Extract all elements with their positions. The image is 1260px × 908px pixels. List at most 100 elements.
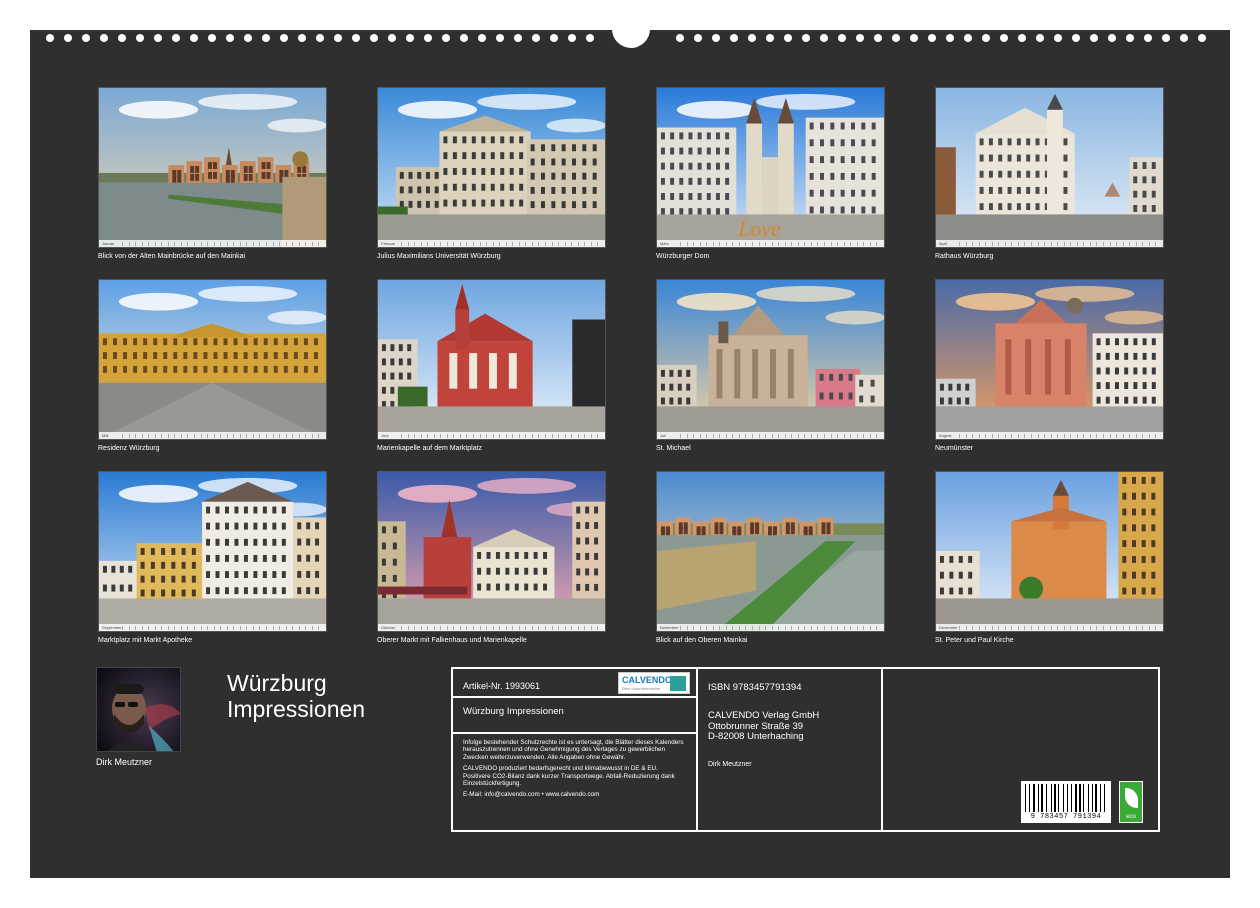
barcode-bar: [1029, 784, 1030, 812]
day-cell: [233, 625, 238, 630]
barcode-bar: [1027, 784, 1029, 812]
day-cell: [1070, 241, 1075, 246]
day-cell: [427, 433, 432, 438]
day-cell: [1103, 433, 1108, 438]
binding-hole: [100, 34, 108, 42]
day-cell: [128, 433, 134, 438]
calendar-strip: Oktober: [378, 624, 605, 631]
day-cell: [558, 625, 563, 630]
barcode-bar: [1071, 784, 1072, 812]
day-cell: [538, 625, 543, 630]
month-tile: Juli St. Michael: [656, 279, 885, 453]
day-cell: [830, 433, 836, 438]
month-caption: St. Michael: [656, 445, 691, 452]
barcode-bar: [1098, 784, 1100, 812]
binding-hole: [118, 34, 126, 42]
month-caption: Marktplatz mit Markt Apotheke: [98, 637, 193, 644]
day-cell: [1037, 241, 1043, 246]
day-cell: [985, 625, 990, 630]
day-cell: [141, 625, 147, 630]
day-cell: [824, 625, 829, 630]
day-cell: [712, 433, 718, 438]
day-cell: [771, 241, 777, 246]
portrait-image: [97, 668, 180, 751]
binding-hole: [1090, 34, 1098, 42]
day-cell: [466, 241, 471, 246]
barcode-bar: [1039, 784, 1041, 812]
day-cell: [525, 433, 530, 438]
info-column-left: Artikel-Nr. 1993061 CALVENDO Dein Kalend…: [453, 669, 698, 830]
day-cell: [991, 625, 997, 630]
day-cell: [837, 241, 842, 246]
day-cell: [305, 433, 310, 438]
svg-text:Love: Love: [737, 217, 781, 241]
day-cell: [1024, 625, 1029, 630]
month-photo: Oktober: [377, 471, 606, 632]
binding-hole: [1036, 34, 1044, 42]
day-cell: [226, 241, 232, 246]
binding-hole: [388, 34, 396, 42]
day-cell: [765, 625, 770, 630]
day-cell: [420, 433, 426, 438]
binding-hole: [712, 34, 720, 42]
binding-hole: [1072, 34, 1080, 42]
day-cell: [285, 625, 291, 630]
day-cell: [699, 625, 705, 630]
day-cell: [492, 241, 498, 246]
day-cell: [531, 625, 537, 630]
calendar-strip: Juli: [657, 432, 884, 439]
day-cell: [207, 625, 212, 630]
calendar-strip: Dezember: [936, 624, 1163, 631]
binding-hole: [784, 34, 792, 42]
day-cell: [128, 625, 134, 630]
day-cell: [1044, 433, 1049, 438]
day-cell: [959, 625, 964, 630]
day-cell: [1017, 433, 1023, 438]
day-cell: [1063, 433, 1069, 438]
day-cell: [194, 241, 199, 246]
day-cell: [174, 241, 179, 246]
day-cell: [220, 625, 225, 630]
day-cell: [531, 241, 537, 246]
day-cell: [401, 433, 406, 438]
day-cell: [1050, 625, 1056, 630]
month-tile: Januar Blick von der Alten Mainbrücke au…: [98, 87, 327, 261]
binding-hole: [514, 34, 522, 42]
day-cell: [135, 433, 140, 438]
day-cell: [551, 433, 557, 438]
day-cell: [122, 241, 127, 246]
month-photo: Januar: [98, 87, 327, 248]
day-cell: [505, 241, 511, 246]
day-cell: [180, 625, 186, 630]
day-cell: [745, 433, 750, 438]
day-cell: [161, 625, 166, 630]
day-cell: [479, 241, 485, 246]
strip-month-label: Februar: [381, 241, 396, 246]
day-cell: [545, 241, 550, 246]
day-cell: [233, 433, 238, 438]
day-cell: [292, 625, 297, 630]
binding-hole: [946, 34, 954, 42]
day-cell: [584, 433, 589, 438]
day-cell: [998, 625, 1003, 630]
day-cell: [959, 241, 964, 246]
day-cell: [771, 433, 777, 438]
day-cell: [978, 241, 984, 246]
month-caption: St. Peter und Paul Kirche: [935, 637, 1014, 644]
day-cell: [141, 433, 147, 438]
article-number: Artikel-Nr. 1993061: [463, 681, 541, 691]
binding-hole: [568, 34, 576, 42]
month-caption: Blick von der Alten Mainbrücke auf den M…: [98, 253, 246, 260]
barcode-bar: [1063, 784, 1065, 812]
strip-month-label: Juli: [660, 433, 667, 438]
binding-hole: [406, 34, 414, 42]
photo-illustration: [378, 280, 605, 439]
barcode-bar: [1102, 784, 1103, 812]
day-cell: [1031, 433, 1036, 438]
day-cell: [597, 241, 602, 246]
day-cell: [972, 433, 977, 438]
binding-hole: [550, 34, 558, 42]
day-cell: [719, 433, 724, 438]
day-cell: [725, 433, 731, 438]
day-cell: [752, 625, 757, 630]
